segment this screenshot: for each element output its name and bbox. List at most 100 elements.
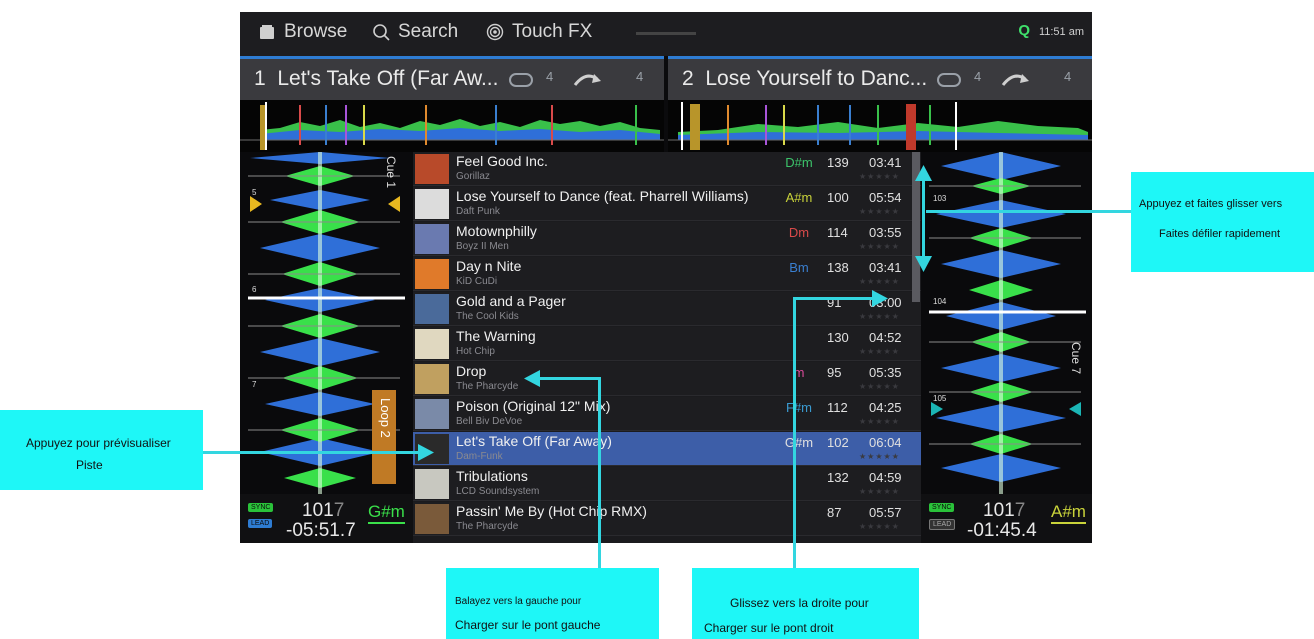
rating-stars[interactable]: ★★★★★ (859, 417, 900, 426)
deck2-lead-badge[interactable]: LEAD (929, 519, 956, 530)
track-bpm: 139 (827, 155, 849, 170)
track-row[interactable]: Day n Nite KiD CuDi Bm 138 03:41 ★★★★★ (413, 257, 921, 291)
album-art[interactable] (415, 504, 449, 534)
deck1-header[interactable]: 1 Let's Take Off (Far Aw... 4 4 (240, 56, 664, 100)
deck2-marker: 105 (933, 394, 947, 403)
deck1-loop-count: 4 (546, 69, 554, 84)
touchfx-button[interactable]: Touch FX (486, 21, 592, 43)
track-row[interactable]: The Warning Hot Chip 130 04:52 ★★★★★ (413, 327, 921, 361)
album-art[interactable] (415, 259, 449, 289)
track-row[interactable]: Feel Good Inc. Gorillaz D#m 139 03:41 ★★★★★ (413, 152, 921, 186)
deck2-time-remaining: -01:45.4 (967, 520, 1037, 541)
deck1-title: 1 Let's Take Off (Far Aw... (254, 67, 499, 90)
rating-stars[interactable]: ★★★★★ (859, 487, 900, 496)
drag-handle[interactable] (636, 32, 696, 35)
annotation-arrowhead (915, 165, 932, 181)
search-label: Search (398, 21, 459, 42)
album-art[interactable] (415, 294, 449, 324)
annotation-arrow (922, 178, 925, 258)
track-bpm: 138 (827, 260, 849, 275)
track-title: Tribulations (456, 468, 528, 484)
track-title: The Warning (456, 328, 536, 344)
album-art[interactable] (415, 364, 449, 394)
deck2-overview-waveform[interactable] (668, 100, 1092, 152)
track-artist: Bell Biv DeVoe (456, 416, 523, 427)
deck1-marker: 6 (252, 285, 257, 294)
deck1-bpm: 1017 (302, 500, 345, 521)
rating-stars[interactable]: ★★★★★ (859, 382, 900, 391)
loop-icon[interactable] (936, 71, 962, 89)
deck2-scrolling-waveform[interactable]: Cue 7 103 104 105 (921, 152, 1092, 494)
rating-stars[interactable]: ★★★★★ (859, 207, 900, 216)
album-art[interactable] (415, 189, 449, 219)
track-row[interactable]: Tribulations LCD Soundsystem 132 04:59 ★★★★★ (413, 467, 921, 501)
deck2-info: SYNC LEAD 1017 A#m -01:45.4 (921, 494, 1092, 543)
rating-stars[interactable]: ★★★★★ (859, 347, 900, 356)
track-length: 05:57 (869, 505, 902, 520)
annotation-arrowhead (418, 444, 434, 461)
track-row[interactable]: Let's Take Off (Far Away) Dam-Funk G#m 102 0… (413, 432, 921, 466)
annotation-arrowhead (915, 256, 932, 272)
deck2-loop-count: 4 (974, 69, 982, 84)
deck1-marker: 7 (252, 380, 257, 389)
track-length: 03:41 (869, 260, 902, 275)
album-art[interactable] (415, 329, 449, 359)
track-title: Gold and a Pager (456, 293, 566, 309)
track-length: 04:59 (869, 470, 902, 485)
track-title: Lose Yourself to Dance (feat. Pharrell W… (456, 188, 749, 204)
track-row[interactable]: Drop The Pharcyde m 95 05:35 ★★★★★ (413, 362, 921, 396)
jump-icon[interactable] (572, 69, 602, 89)
track-length: 06:04 (869, 435, 902, 450)
track-title: Motownphilly (456, 223, 537, 239)
deck2-marker: 104 (933, 297, 947, 306)
track-row[interactable]: Motownphilly Boyz II Men Dm 114 03:55 ★★★★★ (413, 222, 921, 256)
track-artist: Boyz II Men (456, 241, 509, 252)
track-bpm: 132 (827, 470, 849, 485)
deck1-scrolling-waveform[interactable]: Cue 1 Loop 2 5 6 7 (240, 152, 413, 494)
annotation-text: Piste (76, 458, 103, 472)
track-length: 05:35 (869, 365, 902, 380)
track-length: 05:54 (869, 190, 902, 205)
track-row[interactable]: Poison (Original 12" Mix) Bell Biv DeVoe F… (413, 397, 921, 431)
album-art[interactable] (415, 399, 449, 429)
track-artist: The Cool Kids (456, 311, 519, 322)
track-list[interactable]: Feel Good Inc. Gorillaz D#m 139 03:41 ★★★★★ Lo… (413, 152, 921, 543)
loop-icon[interactable] (508, 71, 534, 89)
track-title: Let's Take Off (Far Away) (456, 433, 612, 449)
track-key: Dm (788, 225, 810, 240)
album-art[interactable] (415, 154, 449, 184)
track-title: Drop (456, 363, 487, 379)
deck1-key: G#m (368, 502, 405, 524)
annotation-text: Charger sur le pont droit (704, 621, 834, 635)
browse-button[interactable]: Browse (258, 21, 347, 43)
deck1-marker: 5 (252, 188, 257, 197)
deck2-title: 2 Lose Yourself to Danc... (682, 67, 928, 90)
track-length: 03:41 (869, 155, 902, 170)
album-art[interactable] (415, 469, 449, 499)
browse-label: Browse (284, 21, 348, 42)
deck2-bpm: 1017 (983, 500, 1026, 521)
album-art[interactable] (415, 224, 449, 254)
rating-stars[interactable]: ★★★★★ (859, 522, 900, 531)
rating-stars[interactable]: ★★★★★ (859, 172, 900, 181)
deck1-overview-waveform[interactable] (240, 100, 664, 152)
annotation-scroll: Appuyez et faites glisser vers Faites dé… (1131, 172, 1314, 272)
deck2-header[interactable]: 2 Lose Yourself to Danc... 4 4 (668, 56, 1092, 100)
track-artist: Gorillaz (456, 171, 490, 182)
deck1-lead-badge[interactable]: LEAD (248, 519, 273, 528)
deck1-sync-button[interactable]: SYNC (248, 503, 274, 512)
annotation-text: Charger sur le pont gauche (455, 618, 601, 632)
search-button[interactable]: Search (372, 21, 458, 43)
rating-stars[interactable]: ★★★★★ (859, 312, 900, 321)
deck2-sync-button[interactable]: SYNC (929, 503, 955, 512)
jump-icon[interactable] (1000, 69, 1030, 89)
rating-stars[interactable]: ★★★★★ (859, 242, 900, 251)
annotation-arrow (926, 210, 1132, 213)
rating-stars[interactable]: ★★★★★ (859, 452, 900, 461)
rating-stars[interactable]: ★★★★★ (859, 277, 900, 286)
track-title: Poison (Original 12" Mix) (456, 398, 611, 414)
track-key: m (793, 365, 805, 380)
annotation-arrow (538, 377, 601, 380)
track-row[interactable]: Passin' Me By (Hot Chip RMX) The Pharcyde… (413, 502, 921, 536)
track-row[interactable]: Lose Yourself to Dance (feat. Pharrell W… (413, 187, 921, 221)
